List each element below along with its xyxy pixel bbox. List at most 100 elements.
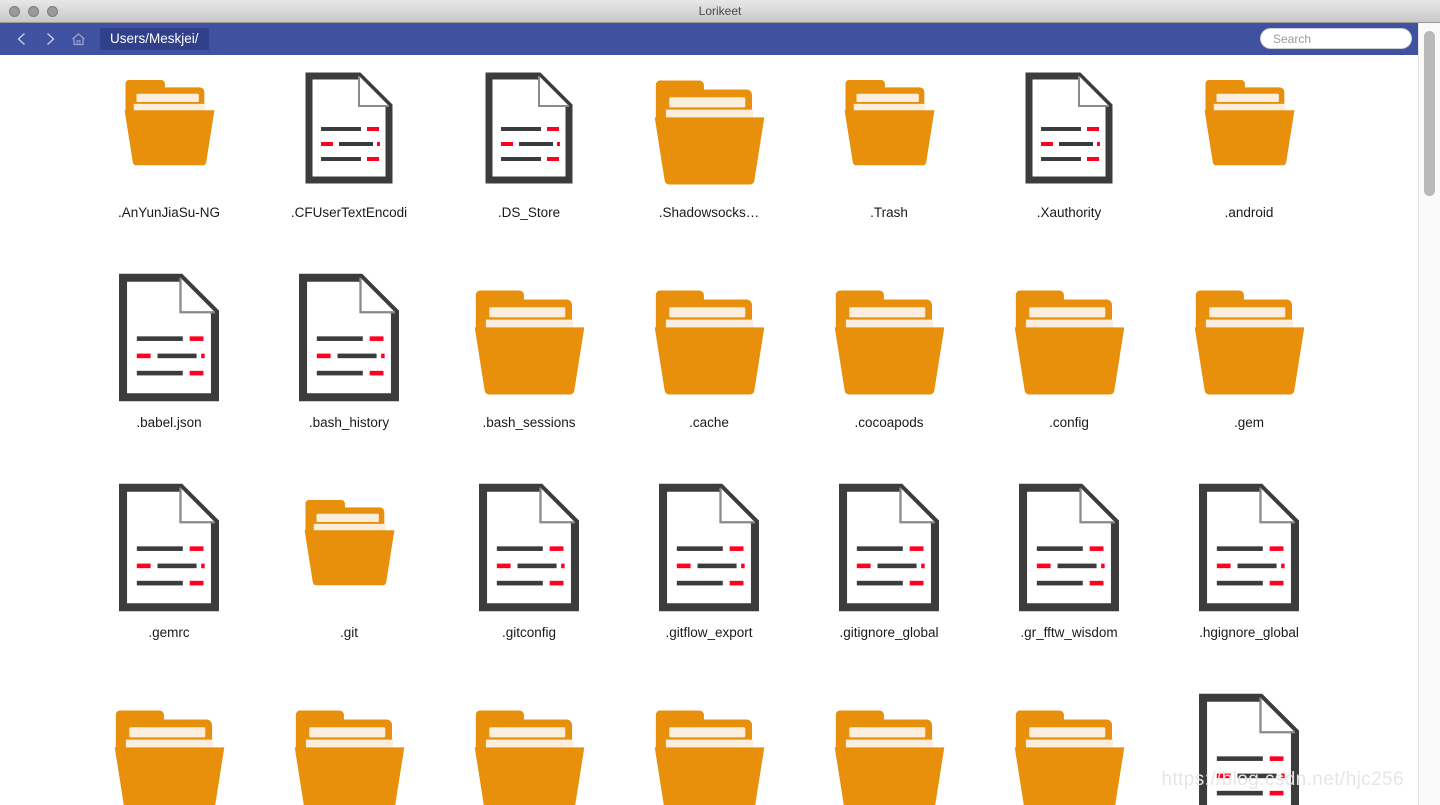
icon-slot bbox=[799, 55, 979, 205]
icon-slot bbox=[439, 685, 619, 805]
file-item[interactable]: .Xauthority bbox=[979, 55, 1159, 265]
file-label: .gem bbox=[1233, 415, 1264, 430]
file-icon bbox=[1196, 692, 1302, 805]
file-item[interactable]: .CFUserTextEncodi bbox=[259, 55, 439, 265]
icon-slot bbox=[979, 55, 1159, 205]
file-label: .gr_fftw_wisdom bbox=[1020, 625, 1118, 640]
icon-slot bbox=[79, 475, 259, 625]
icon-slot bbox=[259, 475, 439, 625]
file-icon bbox=[1016, 482, 1122, 618]
folder-item[interactable]: .config bbox=[979, 265, 1159, 475]
folder-item[interactable]: .gem bbox=[1159, 265, 1339, 475]
folder-icon bbox=[119, 69, 220, 173]
file-icon bbox=[836, 482, 942, 618]
file-label: .cocoapods bbox=[854, 415, 924, 430]
icon-slot bbox=[619, 55, 799, 205]
file-item[interactable]: .hgignore_global bbox=[1159, 475, 1339, 685]
icon-slot bbox=[439, 475, 619, 625]
folder-item[interactable] bbox=[799, 685, 979, 805]
icon-slot bbox=[979, 265, 1159, 415]
title-bar: Lorikeet bbox=[0, 0, 1440, 23]
folder-icon bbox=[1008, 697, 1131, 805]
file-icon bbox=[116, 482, 222, 618]
folder-item[interactable] bbox=[79, 685, 259, 805]
window-title: Lorikeet bbox=[698, 4, 742, 18]
file-item[interactable]: .gitignore_global bbox=[799, 475, 979, 685]
chevron-right-icon bbox=[42, 31, 58, 47]
file-label: .bash_sessions bbox=[482, 415, 576, 430]
file-label: .config bbox=[1049, 415, 1089, 430]
search-input[interactable]: Search bbox=[1260, 28, 1412, 49]
file-icon bbox=[116, 272, 222, 408]
icon-slot bbox=[799, 265, 979, 415]
folder-item[interactable]: .bash_sessions bbox=[439, 265, 619, 475]
folder-item[interactable]: .git bbox=[259, 475, 439, 685]
file-icon bbox=[1023, 71, 1115, 190]
icon-slot bbox=[79, 55, 259, 205]
folder-icon bbox=[1188, 277, 1311, 403]
folder-item[interactable]: .cache bbox=[619, 265, 799, 475]
file-item[interactable]: .babel.json bbox=[79, 265, 259, 475]
icon-slot bbox=[439, 265, 619, 415]
file-label: .gitignore_global bbox=[839, 625, 939, 640]
navigation-toolbar: Users/Meskjei/ Search bbox=[0, 23, 1440, 55]
icon-slot bbox=[259, 265, 439, 415]
home-icon bbox=[70, 31, 87, 48]
folder-icon bbox=[468, 697, 591, 805]
folder-item[interactable] bbox=[259, 685, 439, 805]
file-item[interactable]: .DS_Store bbox=[439, 55, 619, 265]
folder-icon bbox=[828, 697, 951, 805]
icon-slot bbox=[1159, 475, 1339, 625]
icon-slot bbox=[439, 55, 619, 205]
home-button[interactable] bbox=[64, 25, 92, 53]
folder-icon bbox=[288, 697, 411, 805]
file-label: .bash_history bbox=[308, 415, 390, 430]
file-icon bbox=[1196, 482, 1302, 618]
icon-slot bbox=[1159, 55, 1339, 205]
folder-item[interactable]: .Trash bbox=[799, 55, 979, 265]
file-label: .gitflow_export bbox=[665, 625, 753, 640]
breadcrumb-path[interactable]: Users/Meskjei/ bbox=[100, 27, 209, 51]
icon-slot bbox=[619, 475, 799, 625]
file-item[interactable]: .gitflow_export bbox=[619, 475, 799, 685]
icon-slot bbox=[1159, 265, 1339, 415]
file-label: .git bbox=[339, 625, 358, 640]
icon-slot bbox=[259, 685, 439, 805]
folder-item[interactable]: .android bbox=[1159, 55, 1339, 265]
file-grid: .AnYunJiaSu-NG .CFUserTextEncodi .DS_Sto… bbox=[0, 55, 1418, 805]
folder-item[interactable] bbox=[619, 685, 799, 805]
folder-icon bbox=[299, 489, 400, 593]
icon-slot bbox=[79, 265, 259, 415]
back-button[interactable] bbox=[8, 25, 36, 53]
folder-item[interactable] bbox=[979, 685, 1159, 805]
file-item[interactable]: .gr_fftw_wisdom bbox=[979, 475, 1159, 685]
vertical-scrollbar[interactable] bbox=[1418, 23, 1440, 805]
folder-icon bbox=[108, 697, 231, 805]
file-icon bbox=[656, 482, 762, 618]
scrollbar-thumb[interactable] bbox=[1424, 31, 1435, 196]
file-label: .Trash bbox=[870, 205, 908, 220]
folder-item[interactable] bbox=[439, 685, 619, 805]
icon-slot bbox=[799, 685, 979, 805]
forward-button[interactable] bbox=[36, 25, 64, 53]
folder-item[interactable]: .AnYunJiaSu-NG bbox=[79, 55, 259, 265]
file-grid-area: .AnYunJiaSu-NG .CFUserTextEncodi .DS_Sto… bbox=[0, 55, 1418, 805]
file-item[interactable] bbox=[1159, 685, 1339, 805]
folder-icon bbox=[1199, 69, 1300, 173]
folder-icon bbox=[648, 67, 771, 193]
file-label: .CFUserTextEncodi bbox=[290, 205, 408, 220]
icon-slot bbox=[979, 475, 1159, 625]
file-item[interactable]: .gemrc bbox=[79, 475, 259, 685]
file-label: .babel.json bbox=[136, 415, 202, 430]
file-icon bbox=[303, 71, 395, 190]
folder-icon bbox=[648, 277, 771, 403]
folder-item[interactable]: .Shadowsocks… bbox=[619, 55, 799, 265]
file-icon bbox=[483, 71, 575, 190]
folder-item[interactable]: .cocoapods bbox=[799, 265, 979, 475]
file-label: .Xauthority bbox=[1036, 205, 1102, 220]
file-item[interactable]: .gitconfig bbox=[439, 475, 619, 685]
file-item[interactable]: .bash_history bbox=[259, 265, 439, 475]
file-label: .AnYunJiaSu-NG bbox=[117, 205, 221, 220]
file-label: .Shadowsocks… bbox=[658, 205, 760, 220]
file-label: .cache bbox=[689, 415, 729, 430]
